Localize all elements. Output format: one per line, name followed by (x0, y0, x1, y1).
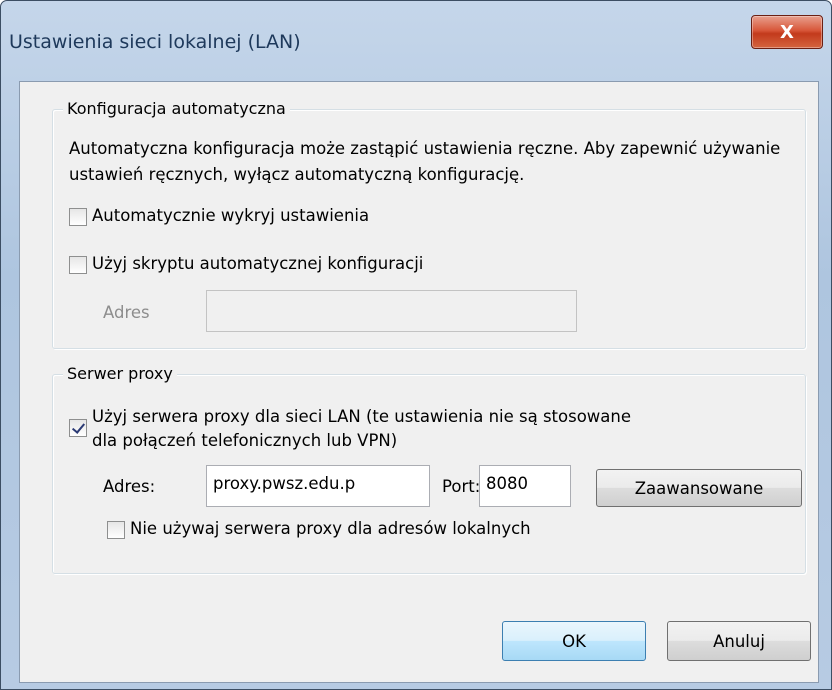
auto-detect-checkbox[interactable] (69, 208, 87, 226)
auto-config-group: Konfiguracja automatyczna Automatyczna k… (52, 99, 806, 349)
dialog-window: Ustawienia sieci lokalnej (LAN) X Konfig… (0, 0, 832, 690)
bypass-local-checkbox[interactable] (107, 521, 125, 539)
proxy-group-title: Serwer proxy (63, 364, 177, 383)
proxy-port-input[interactable]: 8080 (479, 465, 571, 507)
use-proxy-checkbox-row[interactable]: Użyj serwera proxy dla sieci LAN (te ust… (69, 405, 631, 453)
advanced-button[interactable]: Zaawansowane (596, 469, 802, 507)
proxy-address-input[interactable]: proxy.pwsz.edu.p (206, 465, 430, 507)
title-bar[interactable]: Ustawienia sieci lokalnej (LAN) X (1, 1, 831, 81)
cancel-button[interactable]: Anuluj (667, 621, 811, 661)
use-script-checkbox-row[interactable]: Użyj skryptu automatycznej konfiguracji (69, 254, 423, 274)
script-address-input[interactable] (206, 290, 577, 332)
close-button[interactable]: X (751, 15, 823, 49)
window-title: Ustawienia sieci lokalnej (LAN) (9, 31, 301, 53)
use-proxy-label: Użyj serwera proxy dla sieci LAN (te ust… (92, 405, 631, 453)
ok-button[interactable]: OK (502, 621, 646, 661)
use-script-label: Użyj skryptu automatycznej konfiguracji (92, 254, 424, 273)
script-address-label: Adres (103, 303, 150, 322)
use-script-checkbox[interactable] (69, 256, 87, 274)
use-proxy-label-line1: Użyj serwera proxy dla sieci LAN (te ust… (92, 407, 632, 426)
use-proxy-label-line2: dla połączeń telefonicznych lub VPN) (92, 431, 398, 450)
bypass-local-checkbox-row[interactable]: Nie używaj serwera proxy dla adresów lok… (107, 519, 531, 539)
close-icon: X (780, 21, 794, 43)
auto-detect-label: Automatycznie wykryj ustawienia (92, 206, 370, 225)
bypass-local-label: Nie używaj serwera proxy dla adresów lok… (130, 519, 531, 538)
auto-detect-checkbox-row[interactable]: Automatycznie wykryj ustawienia (69, 206, 369, 226)
proxy-port-label: Port: (442, 477, 481, 496)
dialog-client-area: Konfiguracja automatyczna Automatyczna k… (19, 81, 819, 683)
auto-config-description: Automatyczna konfiguracja może zastąpić … (69, 139, 781, 184)
auto-config-group-title: Konfiguracja automatyczna (63, 99, 290, 118)
proxy-address-label: Adres: (103, 477, 156, 496)
proxy-server-group: Serwer proxy Użyj serwera proxy dla siec… (52, 364, 806, 574)
use-proxy-checkbox[interactable] (69, 419, 87, 437)
